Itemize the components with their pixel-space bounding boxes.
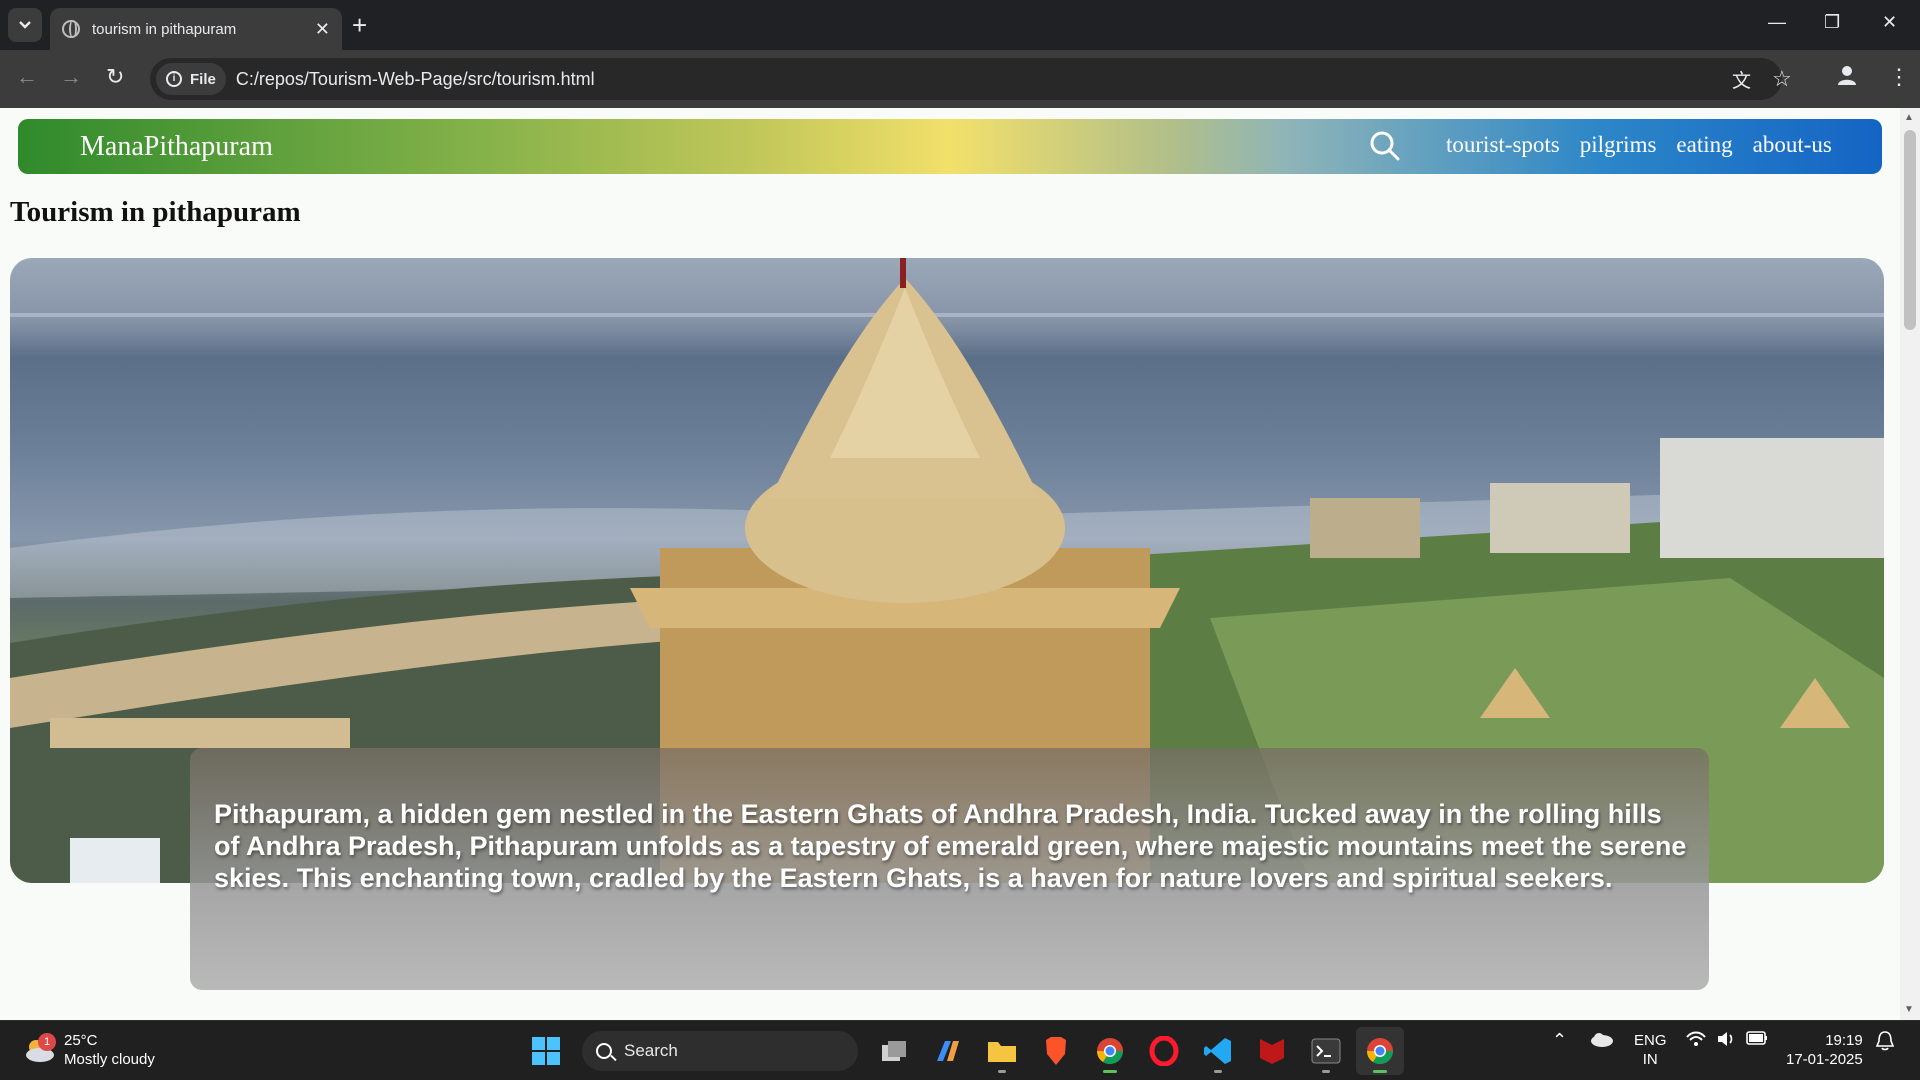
windows-start-icon[interactable] xyxy=(522,1027,570,1075)
battery-icon[interactable] xyxy=(1746,1031,1768,1050)
tab-search-button[interactable] xyxy=(8,8,42,42)
search-icon[interactable] xyxy=(1368,129,1402,163)
taskbar-apps: Search xyxy=(522,1027,1404,1075)
site-chip-label: File xyxy=(190,70,216,88)
nav-link-about-us[interactable]: about-us xyxy=(1753,132,1832,158)
menu-kebab-icon[interactable]: ⋮ xyxy=(1888,64,1910,90)
scroll-up-arrow-icon[interactable]: ▲ xyxy=(1904,112,1914,123)
language-label: ENG xyxy=(1634,1032,1667,1049)
clock[interactable]: 19:19 17-01-2025 xyxy=(1786,1031,1863,1069)
chrome-active-icon[interactable] xyxy=(1356,1027,1404,1075)
close-window-button[interactable]: ✕ xyxy=(1882,12,1897,33)
minimize-button[interactable]: — xyxy=(1768,12,1786,33)
translate-icon[interactable]: 文 xyxy=(1732,66,1751,93)
globe-icon xyxy=(62,20,80,38)
clock-date: 17-01-2025 xyxy=(1786,1051,1863,1068)
nav-link-tourist-spots[interactable]: tourist-spots xyxy=(1446,132,1560,158)
scroll-thumb[interactable] xyxy=(1904,130,1916,330)
clock-time: 19:19 xyxy=(1825,1032,1863,1049)
browser-tab[interactable]: tourism in pithapuram ✕ xyxy=(50,8,342,50)
wifi-icon[interactable] xyxy=(1686,1031,1706,1052)
taskbar-search[interactable]: Search xyxy=(582,1031,858,1071)
site-info-chip[interactable]: i File xyxy=(156,63,226,95)
file-explorer-icon[interactable] xyxy=(978,1027,1026,1075)
cloudy-weather-icon: 1 xyxy=(22,1033,56,1063)
mcafee-icon[interactable] xyxy=(1248,1027,1296,1075)
back-arrow-icon[interactable]: ← xyxy=(16,64,38,90)
language-indicator[interactable]: ENG IN xyxy=(1634,1031,1667,1069)
site-navbar: ManaPithapuram tourist-spots pilgrims ea… xyxy=(18,119,1882,174)
search-icon xyxy=(596,1043,612,1059)
profile-icon[interactable] xyxy=(1836,64,1858,92)
bookmark-star-icon[interactable]: ☆ xyxy=(1772,66,1792,92)
restore-button[interactable]: ❐ xyxy=(1824,12,1840,33)
windows-taskbar: 1 25°C Mostly cloudy Search ⌃ ENG IN 19:… xyxy=(0,1020,1920,1080)
reload-icon[interactable]: ↻ xyxy=(106,64,124,90)
new-tab-button[interactable]: + xyxy=(352,10,367,40)
browser-toolbar: ← → ↻ i File C:/repos/Tourism-Web-Page/s… xyxy=(0,50,1920,108)
tab-strip: tourism in pithapuram ✕ + — ❐ ✕ xyxy=(0,0,1920,50)
url-text[interactable]: C:/repos/Tourism-Web-Page/src/tourism.ht… xyxy=(236,69,595,90)
taskbar-search-label: Search xyxy=(624,1041,678,1060)
temperature: 25°C xyxy=(64,1032,98,1049)
weather-badge: 1 xyxy=(38,1033,56,1051)
copilot-icon[interactable] xyxy=(924,1027,972,1075)
page-title: Tourism in pithapuram xyxy=(10,196,301,228)
volume-icon[interactable] xyxy=(1716,1031,1736,1052)
nav-link-eating[interactable]: eating xyxy=(1676,132,1732,158)
chrome-icon[interactable] xyxy=(1086,1027,1134,1075)
nav-link-pilgrims[interactable]: pilgrims xyxy=(1580,132,1657,158)
page-scrollbar[interactable]: ▲ ▼ xyxy=(1900,108,1920,1020)
terminal-icon[interactable] xyxy=(1302,1027,1350,1075)
weather-description: Mostly cloudy xyxy=(64,1051,155,1068)
weather-widget[interactable]: 1 25°C Mostly cloudy xyxy=(22,1031,155,1069)
brand-logo[interactable]: ManaPithapuram xyxy=(80,131,273,163)
opera-icon[interactable] xyxy=(1140,1027,1188,1075)
forward-arrow-icon[interactable]: → xyxy=(60,64,82,90)
region-label: IN xyxy=(1642,1051,1658,1068)
caption-text: Pithapuram, a hidden gem nestled in the … xyxy=(214,799,1687,893)
nav-links: tourist-spots pilgrims eating about-us xyxy=(1446,132,1832,158)
chevron-down-icon xyxy=(19,21,31,29)
tab-title: tourism in pithapuram xyxy=(92,20,237,38)
scroll-down-arrow-icon[interactable]: ▼ xyxy=(1904,1004,1914,1015)
onedrive-cloud-icon[interactable] xyxy=(1590,1031,1614,1052)
brave-browser-icon[interactable] xyxy=(1032,1027,1080,1075)
close-tab-icon[interactable]: ✕ xyxy=(315,19,330,40)
notification-bell-icon[interactable] xyxy=(1875,1031,1895,1056)
page-viewport: ManaPithapuram tourist-spots pilgrims ea… xyxy=(0,108,1900,1020)
chevron-up-icon[interactable]: ⌃ xyxy=(1552,1031,1567,1050)
vscode-icon[interactable] xyxy=(1194,1027,1242,1075)
address-bar[interactable]: i File C:/repos/Tourism-Web-Page/src/tou… xyxy=(150,58,1792,100)
task-view-icon[interactable] xyxy=(870,1027,918,1075)
hero-caption: Pithapuram, a hidden gem nestled in the … xyxy=(190,748,1709,990)
info-icon: i xyxy=(166,71,182,87)
